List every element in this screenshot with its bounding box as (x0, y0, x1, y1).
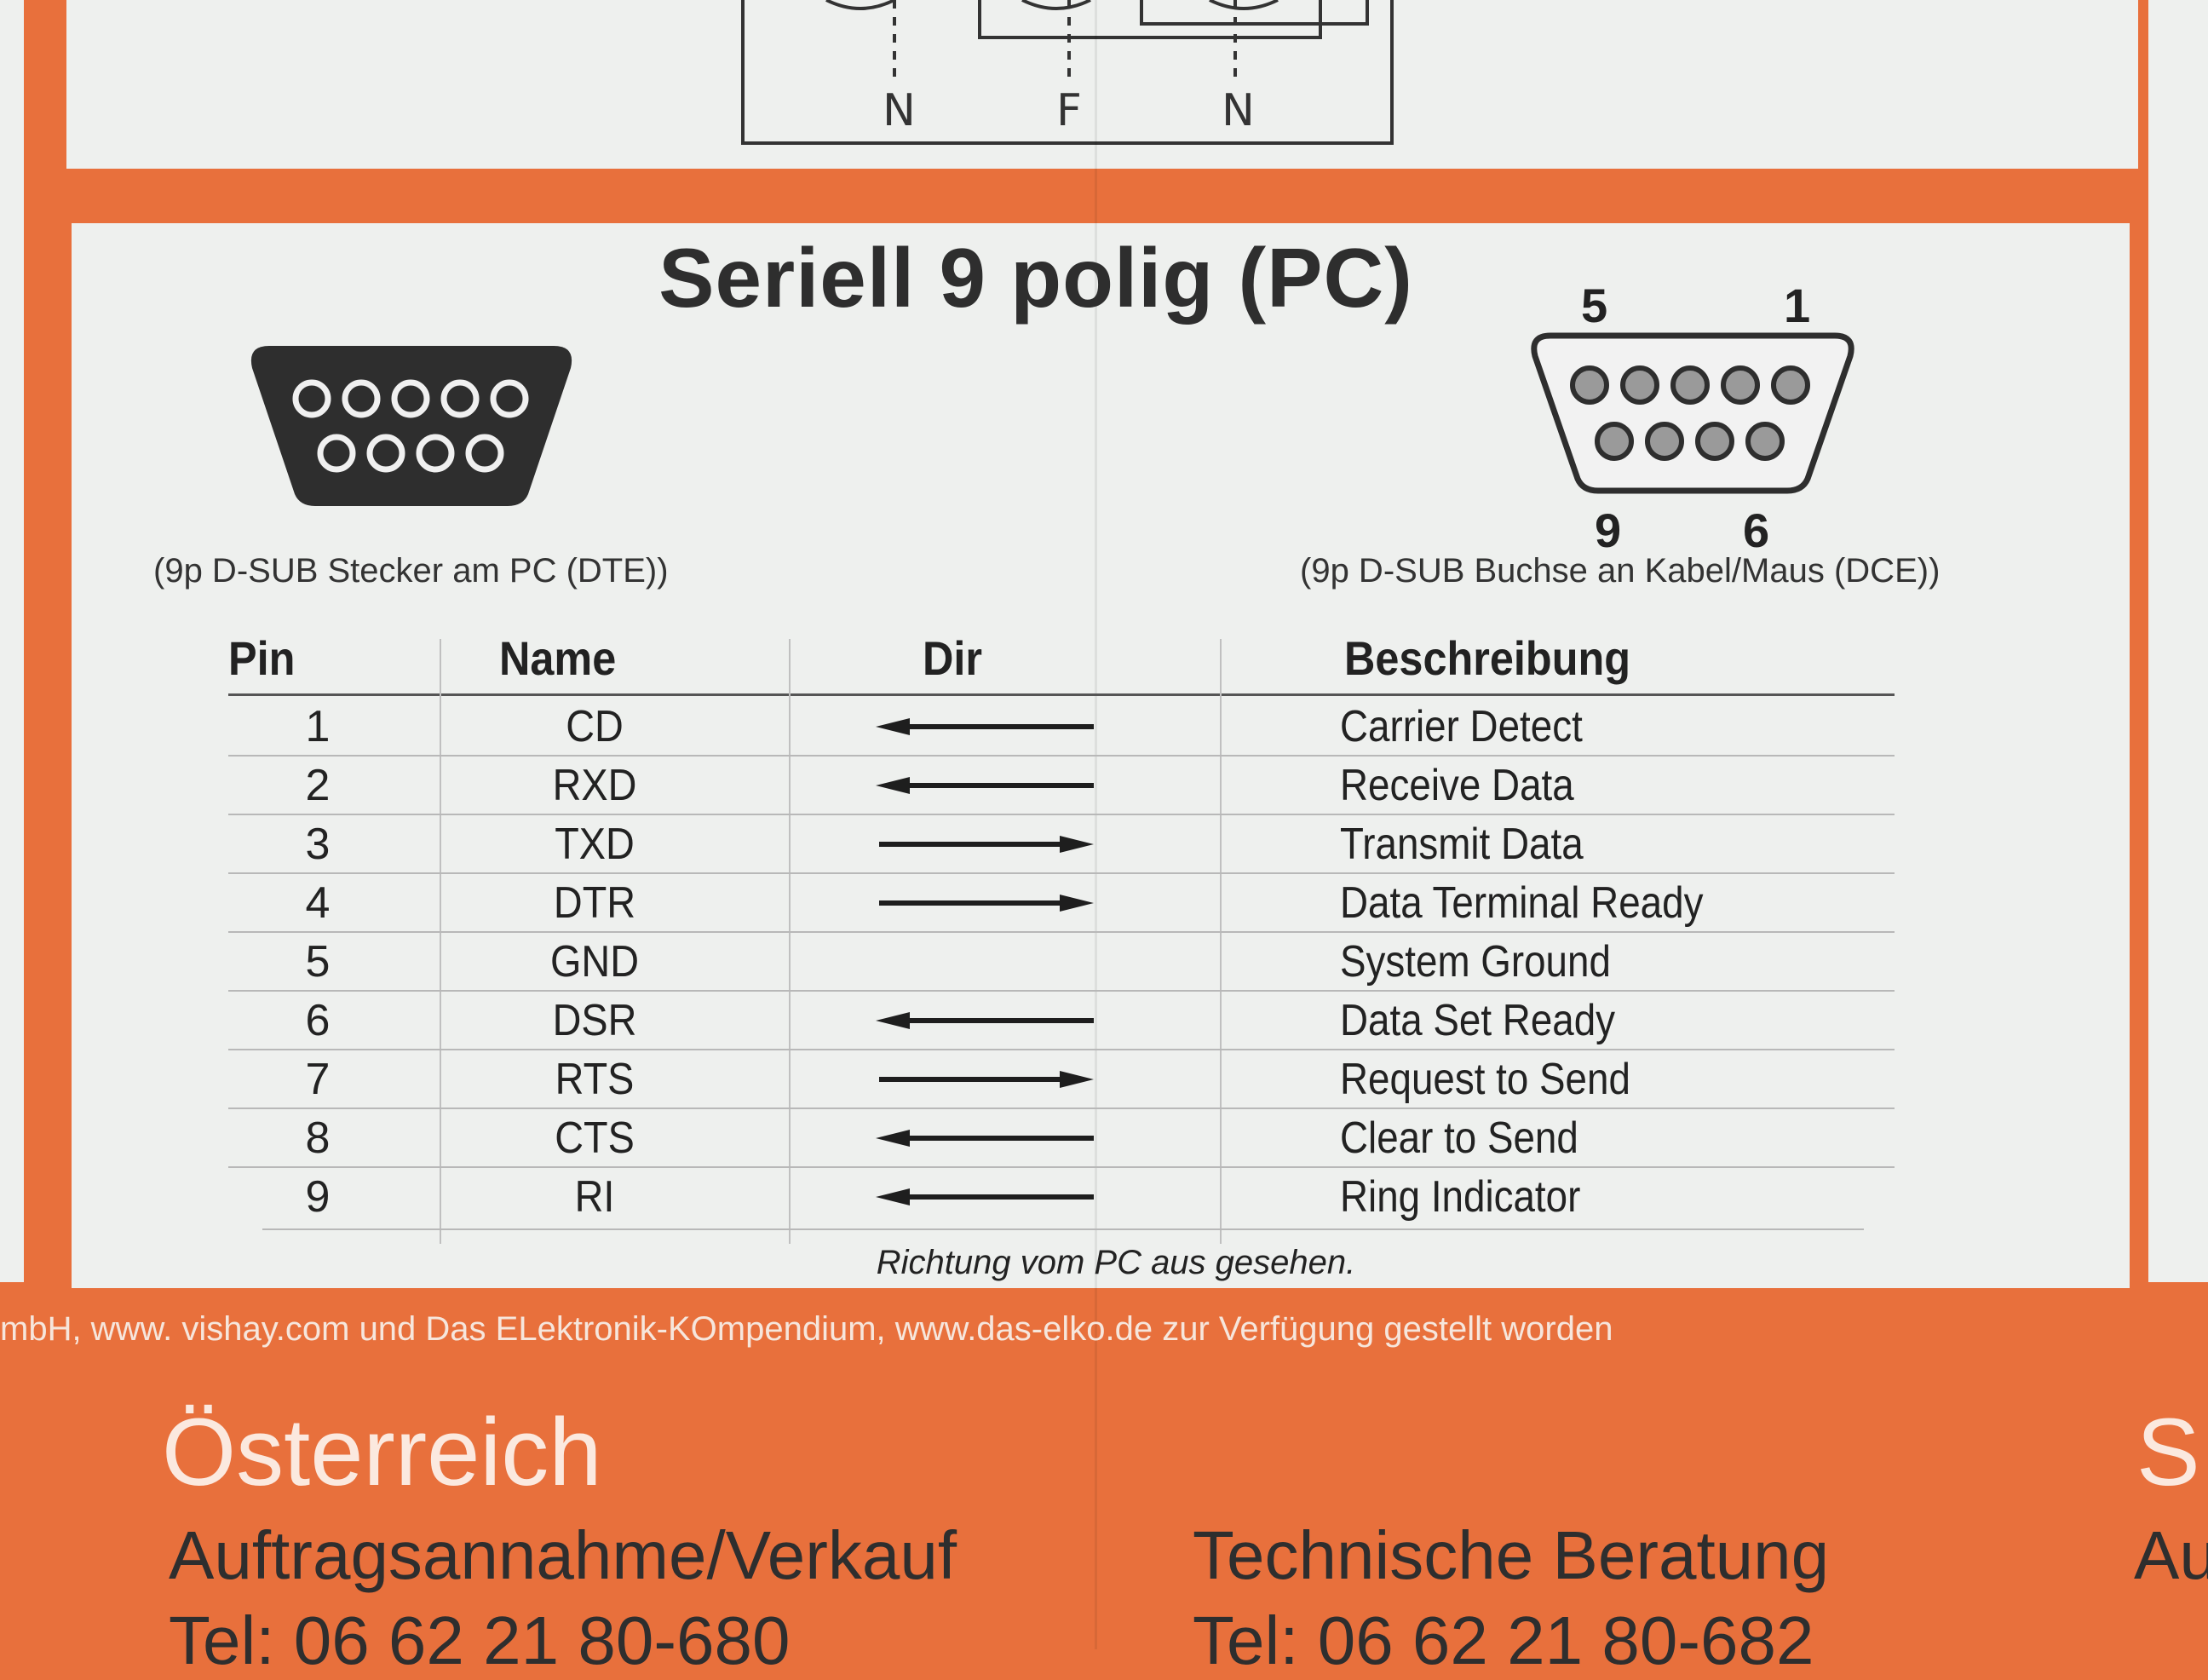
left-edge-panel (0, 0, 24, 1282)
pin-number: 8 (305, 1113, 331, 1163)
arrow-left-icon (876, 1012, 1094, 1029)
panel-title: Seriell 9 polig (PC) (658, 231, 1413, 325)
signal-description: Clear to Send (1340, 1113, 1578, 1163)
female-pin-label-5: 5 (1581, 279, 1608, 332)
female-pin-label-9: 9 (1595, 503, 1622, 557)
table-bottom-rule (262, 1228, 1864, 1230)
credit-line: mbH, www. vishay.com und Das ELektronik-… (0, 1310, 1613, 1348)
arrow-left-icon (876, 1188, 1094, 1205)
signal-name: RXD (552, 761, 637, 810)
signal-description: System Ground (1340, 937, 1611, 987)
pin-number: 9 (305, 1172, 331, 1222)
signal-name: GND (549, 937, 640, 987)
female-dsub-connector-icon (1527, 332, 1859, 500)
female-pin-label-6: 6 (1743, 503, 1770, 557)
right-edge-panel (2148, 0, 2208, 1282)
signal-name: DTR (553, 878, 636, 928)
signal-name: CTS (555, 1113, 635, 1163)
signal-description: Data Terminal Ready (1340, 878, 1704, 928)
relay-label-n2: N (1222, 85, 1255, 136)
signal-name: TXD (555, 820, 635, 869)
table-row: 9 RI Ring Indicator (228, 1166, 1895, 1227)
relay-label-n1: N (883, 85, 916, 136)
table-row: 4 DTR Data Terminal Ready (228, 872, 1895, 933)
header-description: Beschreibung (1344, 631, 1631, 685)
table-row: 6 DSR Data Set Ready (228, 990, 1895, 1050)
header-dir: Dir (923, 631, 983, 685)
pin-number: 1 (305, 702, 331, 751)
pin-number: 4 (305, 878, 331, 928)
table-row: 2 RXD Receive Data (228, 755, 1895, 815)
signal-description: Request to Send (1340, 1055, 1630, 1104)
signal-description: Carrier Detect (1340, 702, 1583, 751)
table-row: 7 RTS Request to Send (228, 1049, 1895, 1109)
arrow-right-icon (879, 895, 1094, 912)
signal-description: Transmit Data (1340, 820, 1584, 869)
signal-name: RTS (555, 1055, 635, 1104)
signal-name: CD (566, 702, 624, 751)
direction-footnote: Richtung vom PC aus gesehen. (876, 1244, 1356, 1281)
table-row: 8 CTS Clear to Send (228, 1108, 1895, 1168)
header-name: Name (499, 631, 617, 685)
pin-number: 3 (305, 820, 331, 869)
sales-tel[interactable]: Tel: 06 62 21 80-680 (169, 1602, 790, 1680)
female-connector-caption: (9p D-SUB Buchse an Kabel/Maus (DCE)) (1300, 552, 1941, 590)
table-row: 1 CD Carrier Detect (228, 696, 1895, 757)
support-tel[interactable]: Tel: 06 62 21 80-682 (1193, 1602, 1814, 1680)
arrow-left-icon (876, 777, 1094, 794)
relay-label-f: F (1056, 85, 1082, 136)
country-title: Österreich (162, 1399, 602, 1505)
table-row: 3 TXD Transmit Data (228, 814, 1895, 874)
next-country-fragment: S (2136, 1399, 2200, 1505)
arrow-left-icon (876, 718, 1094, 735)
pin-number: 6 (305, 996, 331, 1045)
arrow-right-icon (879, 836, 1094, 853)
male-connector-caption: (9p D-SUB Stecker am PC (DTE)) (153, 552, 669, 590)
pin-number: 7 (305, 1055, 331, 1104)
arrow-right-icon (879, 1071, 1094, 1088)
signal-description: Data Set Ready (1340, 996, 1616, 1045)
arrow-left-icon (876, 1130, 1094, 1147)
signal-description: Ring Indicator (1340, 1172, 1581, 1222)
header-pin: Pin (228, 631, 296, 685)
signal-name: DSR (552, 996, 637, 1045)
signal-description: Receive Data (1340, 761, 1574, 810)
pin-number: 2 (305, 761, 331, 810)
male-dsub-connector-icon (245, 344, 578, 512)
female-pin-label-1: 1 (1784, 279, 1811, 332)
pin-number: 5 (305, 937, 331, 987)
table-row: 5 GND System Ground (228, 931, 1895, 992)
relay-diagram: N F N (741, 0, 1397, 147)
signal-name: RI (574, 1172, 615, 1222)
sales-label: Auftragsannahme/Verkauf (169, 1517, 957, 1593)
support-label: Technische Beratung (1193, 1517, 1830, 1593)
next-label-fragment: Au (2134, 1517, 2208, 1593)
